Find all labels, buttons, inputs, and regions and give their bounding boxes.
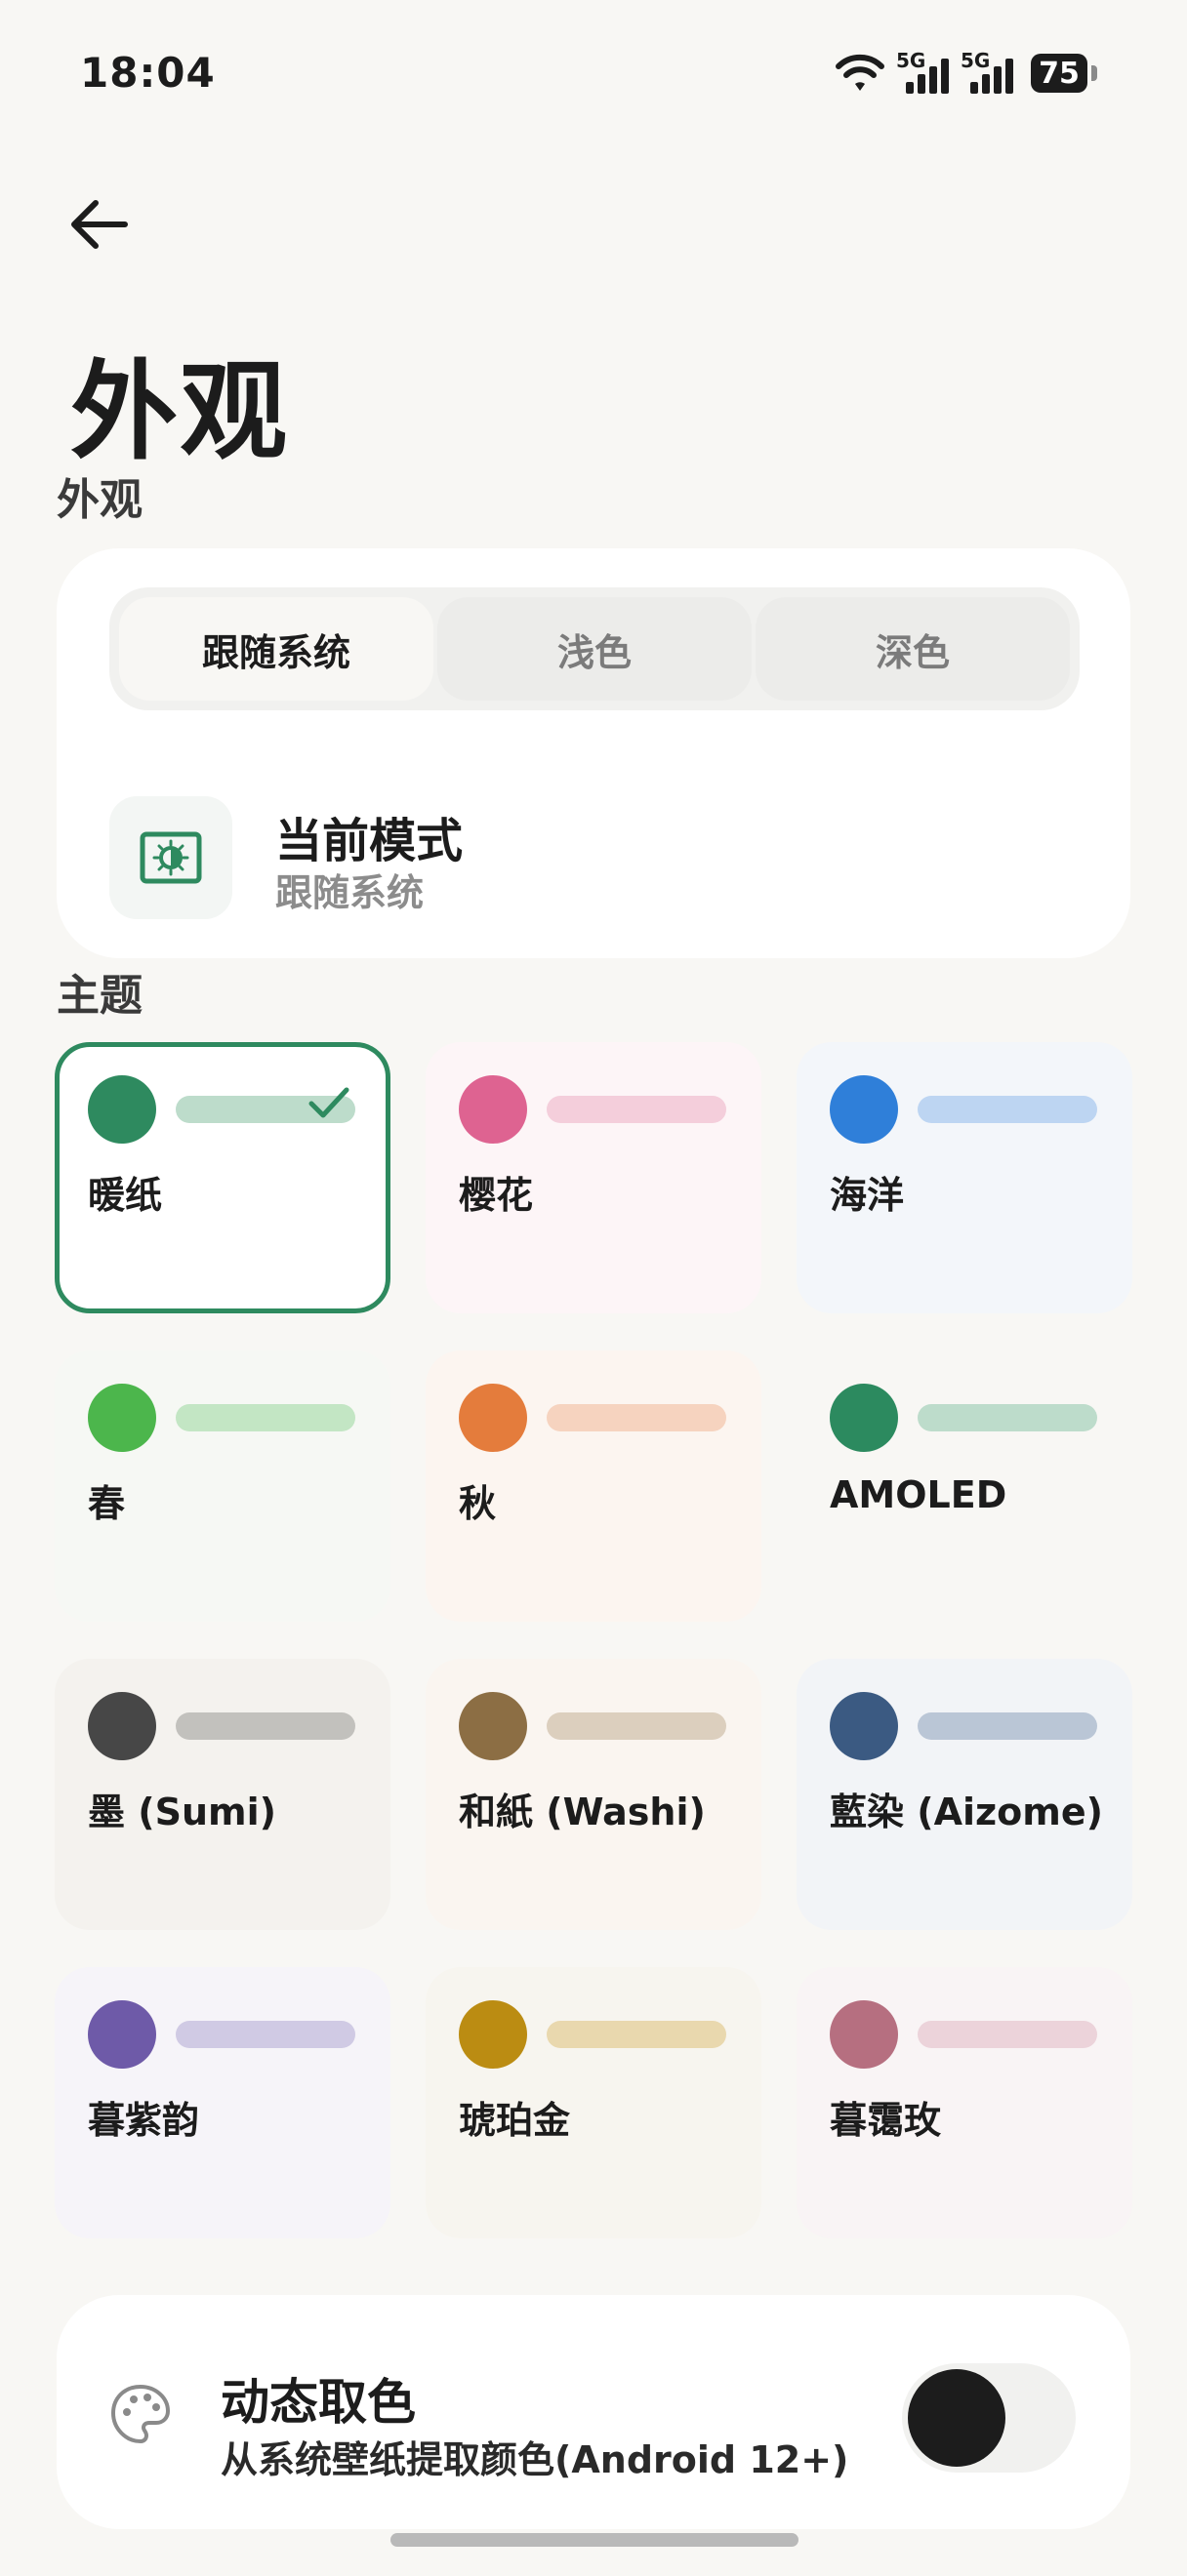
theme-card-sakura[interactable]: 樱花 <box>426 1042 761 1313</box>
theme-accent-bar <box>918 1712 1097 1740</box>
theme-color-swatch <box>830 2000 898 2069</box>
theme-accent-bar <box>547 1096 726 1123</box>
arrow-left-icon <box>71 200 128 249</box>
theme-color-swatch <box>830 1384 898 1452</box>
theme-name: 暮紫韵 <box>88 2099 200 2142</box>
mode-option-dark[interactable]: 深色 <box>756 597 1070 701</box>
theme-accent-bar <box>547 1404 726 1431</box>
theme-color-swatch <box>459 1075 527 1144</box>
theme-card-spring[interactable]: 春 <box>55 1350 390 1622</box>
theme-card-ocean[interactable]: 海洋 <box>797 1042 1132 1313</box>
theme-color-swatch <box>88 1692 156 1760</box>
theme-card-dusk-purple[interactable]: 暮紫韵 <box>55 1967 390 2238</box>
page-title: 外观 <box>70 349 289 474</box>
theme-color-swatch <box>459 1692 527 1760</box>
appearance-section-label: 外观 <box>57 475 143 525</box>
theme-color-swatch <box>459 2000 527 2069</box>
theme-name: 墨 (Sumi) <box>88 1791 277 1833</box>
palette-icon <box>110 2384 171 2444</box>
theme-accent-bar <box>918 1404 1097 1431</box>
theme-accent-bar <box>176 2021 355 2048</box>
theme-card-amoled[interactable]: AMOLED <box>797 1350 1132 1622</box>
dynamic-color-title: 动态取色 <box>221 2374 416 2431</box>
wifi-icon <box>836 54 884 91</box>
mode-option-light[interactable]: 浅色 <box>437 597 752 701</box>
theme-name: 暖纸 <box>88 1174 163 1217</box>
theme-color-swatch <box>459 1384 527 1452</box>
dynamic-color-subtitle: 从系统壁纸提取颜色(Android 12+) <box>221 2438 849 2481</box>
status-icons: 5G 5G 75 <box>836 49 1097 94</box>
cellular-signal-icon: 5G <box>961 49 1013 94</box>
theme-name: AMOLED <box>830 1473 1007 1516</box>
current-mode-value: 跟随系统 <box>275 871 425 914</box>
appearance-mode-card: 跟随系统 浅色 深色 当前模式 跟随系统 <box>57 548 1130 958</box>
mode-segmented-control: 跟随系统 浅色 深色 <box>109 587 1080 710</box>
theme-name: 秋 <box>459 1482 497 1525</box>
theme-accent-bar <box>547 1712 726 1740</box>
theme-accent-bar <box>918 1096 1097 1123</box>
dynamic-color-toggle[interactable] <box>902 2363 1076 2473</box>
home-indicator[interactable] <box>390 2533 798 2547</box>
theme-color-swatch <box>88 1384 156 1452</box>
battery-level: 75 <box>1031 54 1087 93</box>
battery-icon: 75 <box>1031 54 1097 93</box>
toggle-knob <box>908 2369 1005 2467</box>
theme-name: 春 <box>88 1482 126 1525</box>
theme-name: 琥珀金 <box>459 2099 571 2142</box>
theme-accent-bar <box>918 2021 1097 2048</box>
theme-color-swatch <box>830 1075 898 1144</box>
back-button[interactable] <box>59 185 137 263</box>
theme-color-swatch <box>830 1692 898 1760</box>
network-type-label: 5G <box>961 49 991 72</box>
theme-accent-bar <box>547 2021 726 2048</box>
theme-name: 藍染 (Aizome) <box>830 1791 1103 1833</box>
theme-name: 海洋 <box>830 1174 905 1217</box>
status-time: 18:04 <box>80 49 216 97</box>
cellular-signal-icon: 5G <box>896 49 949 94</box>
theme-card-amber-gold[interactable]: 琥珀金 <box>426 1967 761 2238</box>
theme-card-sumi[interactable]: 墨 (Sumi) <box>55 1659 390 1930</box>
dynamic-color-card: 动态取色 从系统壁纸提取颜色(Android 12+) <box>57 2295 1130 2529</box>
theme-card-aizome[interactable]: 藍染 (Aizome) <box>797 1659 1132 1930</box>
mode-option-follow-system[interactable]: 跟随系统 <box>119 597 433 701</box>
current-mode-title: 当前模式 <box>275 814 464 868</box>
theme-accent-bar <box>176 1404 355 1431</box>
brightness-auto-icon <box>109 796 232 919</box>
theme-name: 暮霭玫 <box>830 2099 942 2142</box>
theme-card-dusk-rose[interactable]: 暮霭玫 <box>797 1967 1132 2238</box>
theme-section-label: 主题 <box>57 971 143 1021</box>
theme-color-swatch <box>88 2000 156 2069</box>
network-type-label: 5G <box>896 49 926 72</box>
theme-card-warm-paper[interactable]: 暖纸 <box>55 1042 390 1313</box>
theme-card-autumn[interactable]: 秋 <box>426 1350 761 1622</box>
checkmark-icon <box>308 1087 349 1118</box>
theme-name: 和紙 (Washi) <box>459 1791 706 1833</box>
theme-color-swatch <box>88 1075 156 1144</box>
theme-card-washi[interactable]: 和紙 (Washi) <box>426 1659 761 1930</box>
theme-name: 樱花 <box>459 1174 534 1217</box>
theme-accent-bar <box>176 1712 355 1740</box>
